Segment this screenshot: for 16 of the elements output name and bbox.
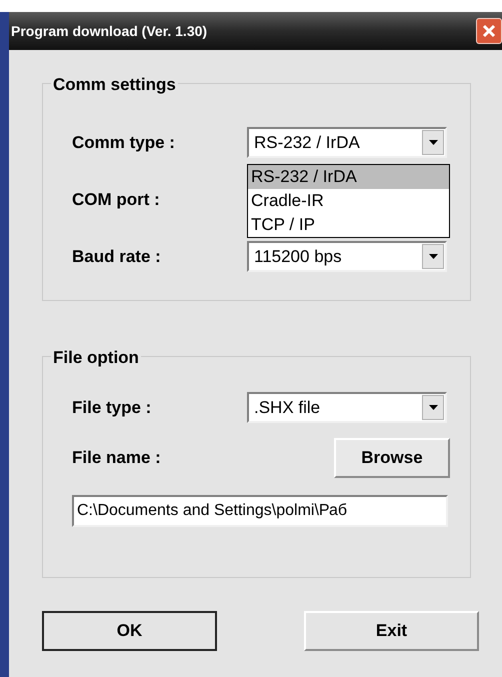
- field-label: File type :: [72, 396, 152, 419]
- window-title: Program download (Ver. 1.30): [11, 22, 208, 41]
- baud-rate-dropdown[interactable]: 115200 bps: [247, 241, 447, 272]
- field-label: File name :: [72, 447, 161, 470]
- browse-button[interactable]: Browse: [334, 438, 450, 478]
- field-label: Baud rate :: [72, 246, 162, 268]
- comm-type-dropdown[interactable]: RS-232 / IrDA: [247, 127, 447, 158]
- close-button[interactable]: [476, 18, 502, 44]
- field-label: COM port :: [72, 188, 160, 211]
- dialog-button[interactable]: OK: [42, 611, 217, 651]
- dropdown-option[interactable]: RS-232 / IrDA: [248, 165, 449, 189]
- dialog-button[interactable]: Exit: [304, 611, 479, 651]
- close-icon: [482, 24, 496, 38]
- file-type-dropdown[interactable]: .SHX file: [247, 392, 447, 423]
- file-path-field[interactable]: C:\Documents and Settings\polmi\Раб: [72, 495, 448, 527]
- field-label: Comm type :: [72, 132, 176, 154]
